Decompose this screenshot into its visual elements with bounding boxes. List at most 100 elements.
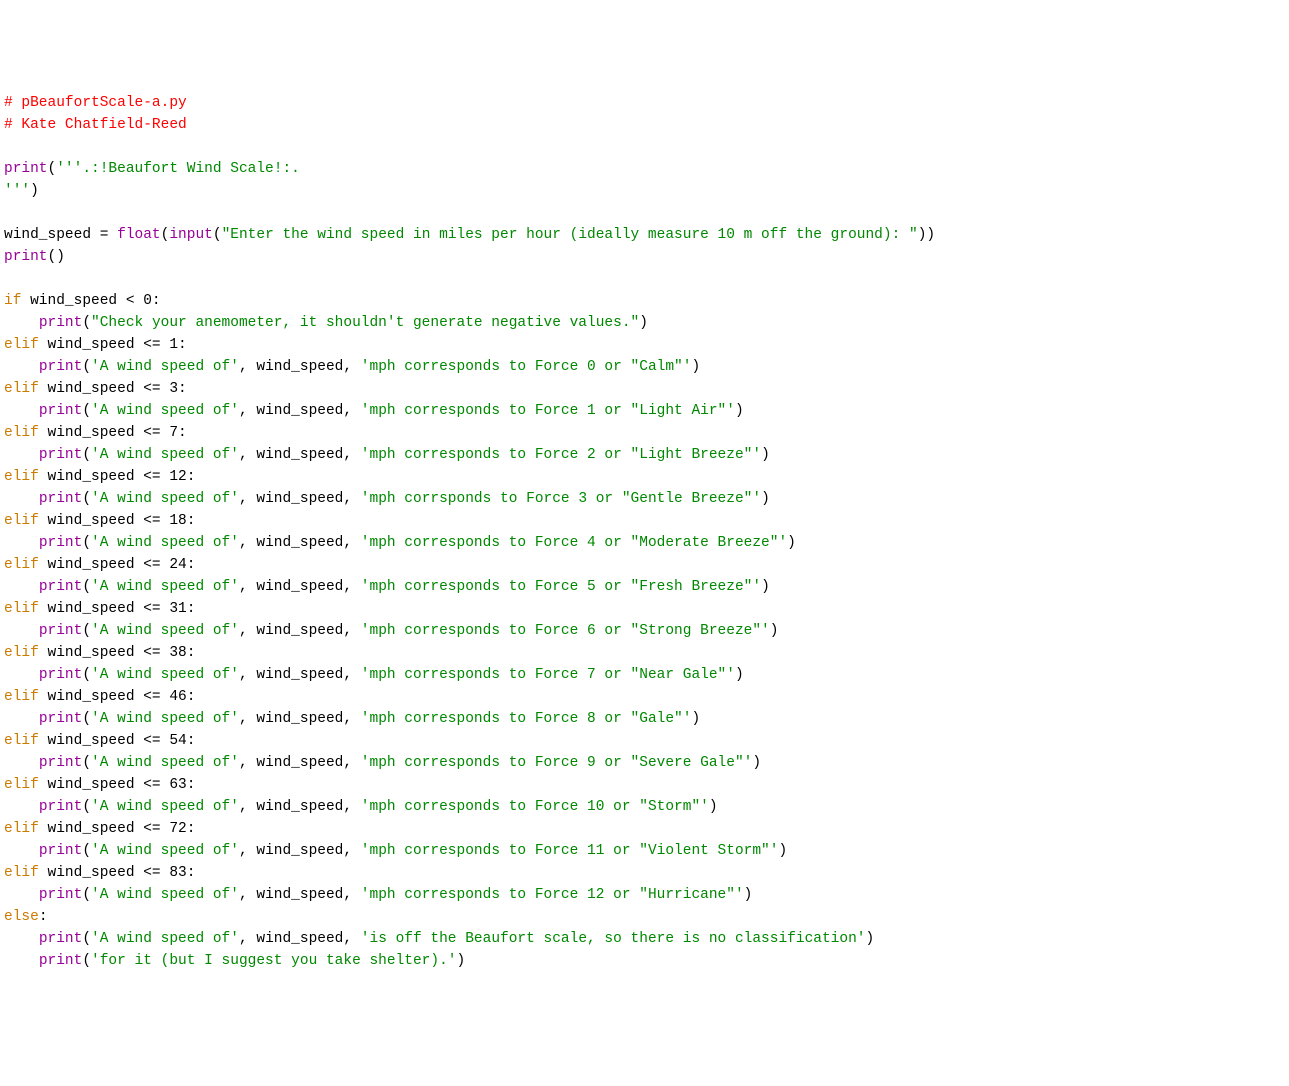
code-token: print <box>39 623 83 639</box>
code-token: wind_speed <= 24: <box>39 557 196 573</box>
code-token: 'A wind speed of' <box>91 579 239 595</box>
code-token: 'mph corresponds to Force 0 or "Calm"' <box>361 359 692 375</box>
code-token: wind_speed < 0: <box>21 293 160 309</box>
code-line: print('A wind speed of', wind_speed, 'mp… <box>4 708 1285 730</box>
code-token: ) <box>457 953 466 969</box>
code-token: 'A wind speed of' <box>91 931 239 947</box>
code-line: wind_speed = float(input("Enter the wind… <box>4 224 1285 246</box>
code-token: ) <box>744 887 753 903</box>
code-line: print('A wind speed of', wind_speed, 'mp… <box>4 400 1285 422</box>
code-line: print('''.:!Beaufort Wind Scale!:. <box>4 158 1285 180</box>
code-token: wind_speed <= 18: <box>39 513 196 529</box>
code-token: elif <box>4 337 39 353</box>
code-token: # Kate Chatfield-Reed <box>4 117 187 133</box>
code-token: print <box>39 887 83 903</box>
code-line: print('A wind speed of', wind_speed, 'mp… <box>4 796 1285 818</box>
code-token: wind_speed <= 1: <box>39 337 187 353</box>
code-token: print <box>39 315 83 331</box>
code-token: float <box>117 227 161 243</box>
code-token: 'A wind speed of' <box>91 755 239 771</box>
code-token: elif <box>4 777 39 793</box>
code-token: ) <box>761 447 770 463</box>
code-token: ( <box>82 623 91 639</box>
code-line: elif wind_speed <= 38: <box>4 642 1285 664</box>
code-line: print('A wind speed of', wind_speed, 'is… <box>4 928 1285 950</box>
code-token: ( <box>82 711 91 727</box>
code-token: print <box>39 359 83 375</box>
code-token: wind_speed = <box>4 227 117 243</box>
code-token: 'A wind speed of' <box>91 535 239 551</box>
code-token: 'for it (but I suggest you take shelter)… <box>91 953 456 969</box>
code-token: # pBeaufortScale-a.py <box>4 95 187 111</box>
code-token: ) <box>761 579 770 595</box>
code-token: wind_speed <= 54: <box>39 733 196 749</box>
code-token: elif <box>4 865 39 881</box>
code-token: : <box>39 909 48 925</box>
code-token: ) <box>787 535 796 551</box>
code-token <box>4 711 39 727</box>
code-token: ( <box>82 887 91 903</box>
code-token: 'mph corresponds to Force 12 or "Hurrica… <box>361 887 744 903</box>
code-token: ) <box>865 931 874 947</box>
code-token <box>4 491 39 507</box>
code-token: 'mph corresponds to Force 10 or "Storm"' <box>361 799 709 815</box>
code-line: elif wind_speed <= 83: <box>4 862 1285 884</box>
code-token: 'mph corrsponds to Force 3 or "Gentle Br… <box>361 491 761 507</box>
code-token: () <box>48 249 65 265</box>
code-token: , wind_speed, <box>239 447 361 463</box>
code-line: elif wind_speed <= 18: <box>4 510 1285 532</box>
code-token: ( <box>48 161 57 177</box>
code-token: print <box>39 711 83 727</box>
code-token: 'is off the Beaufort scale, so there is … <box>361 931 866 947</box>
code-token: print <box>39 755 83 771</box>
code-token: ( <box>82 799 91 815</box>
code-token: 'mph corresponds to Force 1 or "Light Ai… <box>361 403 735 419</box>
code-token: print <box>39 953 83 969</box>
code-token: , wind_speed, <box>239 359 361 375</box>
code-token: elif <box>4 425 39 441</box>
code-token: ( <box>82 315 91 331</box>
code-line: elif wind_speed <= 1: <box>4 334 1285 356</box>
code-token: wind_speed <= 83: <box>39 865 196 881</box>
code-token: elif <box>4 513 39 529</box>
code-token: , wind_speed, <box>239 403 361 419</box>
code-token: 'A wind speed of' <box>91 799 239 815</box>
code-token: ) <box>691 359 700 375</box>
code-token: wind_speed <= 12: <box>39 469 196 485</box>
code-token: ( <box>82 953 91 969</box>
code-token: ( <box>82 667 91 683</box>
code-token: ) <box>691 711 700 727</box>
code-token <box>4 535 39 551</box>
code-token: 'A wind speed of' <box>91 843 239 859</box>
code-token: 'mph corresponds to Force 5 or "Fresh Br… <box>361 579 761 595</box>
code-token: print <box>39 579 83 595</box>
code-token: ( <box>82 931 91 947</box>
code-token: ( <box>82 359 91 375</box>
code-token: wind_speed <= 72: <box>39 821 196 837</box>
code-token: elif <box>4 821 39 837</box>
code-token <box>4 447 39 463</box>
code-token: print <box>39 491 83 507</box>
code-token: 'mph corresponds to Force 6 or "Strong B… <box>361 623 770 639</box>
code-line: print('A wind speed of', wind_speed, 'mp… <box>4 840 1285 862</box>
code-token: print <box>39 931 83 947</box>
code-line: elif wind_speed <= 54: <box>4 730 1285 752</box>
code-token: ) <box>735 403 744 419</box>
code-line: print('A wind speed of', wind_speed, 'mp… <box>4 488 1285 510</box>
code-token: "Enter the wind speed in miles per hour … <box>222 227 918 243</box>
code-line: elif wind_speed <= 31: <box>4 598 1285 620</box>
code-token <box>4 799 39 815</box>
code-token: 'A wind speed of' <box>91 887 239 903</box>
code-token: , wind_speed, <box>239 843 361 859</box>
code-token <box>4 359 39 375</box>
code-line: # pBeaufortScale-a.py <box>4 92 1285 114</box>
code-token: , wind_speed, <box>239 667 361 683</box>
code-token: 'mph corresponds to Force 7 or "Near Gal… <box>361 667 735 683</box>
code-token: elif <box>4 381 39 397</box>
code-token: , wind_speed, <box>239 755 361 771</box>
code-line: print('A wind speed of', wind_speed, 'mp… <box>4 356 1285 378</box>
code-token: else <box>4 909 39 925</box>
code-line <box>4 136 1285 158</box>
code-token: print <box>39 843 83 859</box>
code-token <box>4 931 39 947</box>
